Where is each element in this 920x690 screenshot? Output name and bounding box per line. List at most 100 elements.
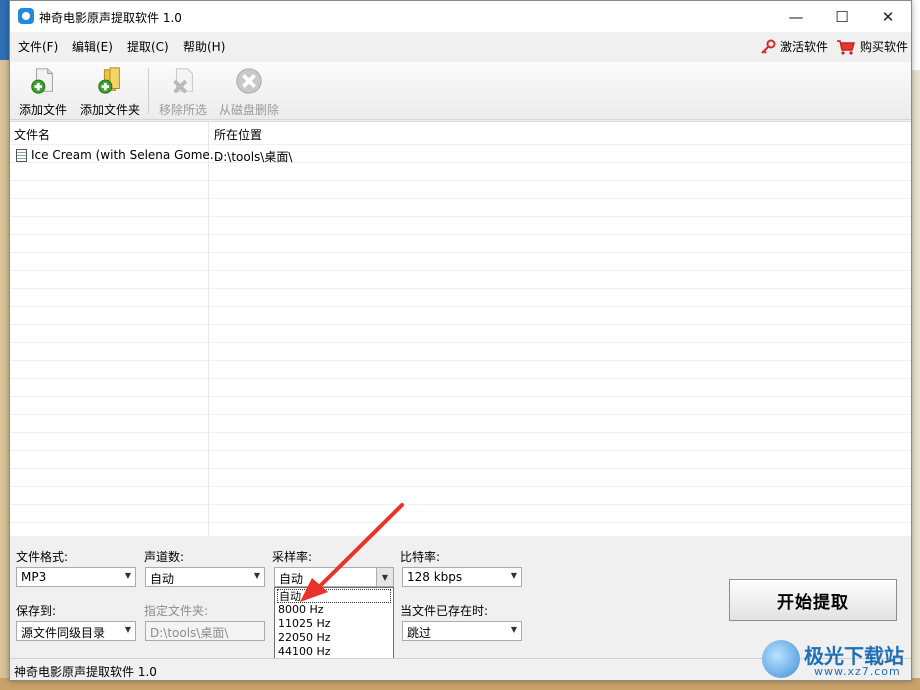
format-select[interactable]: MP3 ▼ — [16, 567, 136, 587]
saveto-label: 保存到: — [16, 604, 57, 618]
grid-line — [10, 522, 911, 523]
bitrate-select[interactable]: 128 kbps ▼ — [402, 567, 522, 587]
grid-line — [10, 414, 911, 415]
watermark-logo-icon — [762, 640, 800, 678]
chevron-down-icon: ▼ — [253, 571, 260, 580]
column-divider — [208, 122, 209, 536]
channels-value: 自动 — [150, 572, 175, 586]
grid-line — [10, 432, 911, 433]
grid-line — [10, 504, 911, 505]
grid-line — [10, 342, 911, 343]
title-bar[interactable]: 神奇电影原声提取软件 1.0 — ☐ ✕ — [10, 1, 911, 32]
grid-line — [10, 198, 911, 199]
watermark: 极光下载站 www.xz7.com — [762, 636, 912, 684]
file-list[interactable]: 文件名 所在位置 Ice Cream (with Selena Gome... … — [10, 121, 911, 536]
add-folder-button[interactable]: 添加文件夹 — [78, 64, 142, 118]
add-folder-icon — [98, 67, 120, 94]
cart-icon — [837, 39, 855, 55]
add-file-label: 添加文件 — [18, 103, 67, 117]
menu-help[interactable]: 帮助(H) — [183, 38, 225, 55]
key-icon — [761, 39, 776, 54]
samplerate-select[interactable]: 自动 ▼ — [274, 567, 394, 587]
menu-file[interactable]: 文件(F) — [18, 38, 58, 55]
grid-line — [10, 468, 911, 469]
channels-label: 声道数: — [144, 550, 185, 564]
activate-software-label: 激活软件 — [780, 40, 829, 54]
dropdown-option[interactable]: 44100 Hz — [277, 645, 391, 659]
grid-line — [10, 396, 911, 397]
grid-line — [10, 288, 911, 289]
grid-line — [10, 306, 911, 307]
menu-extract[interactable]: 提取(C) — [127, 38, 169, 55]
close-button[interactable]: ✕ — [865, 1, 911, 32]
remove-selected-button[interactable]: 移除所选 — [156, 64, 210, 118]
dropdown-option[interactable]: 8000 Hz — [277, 603, 391, 617]
toolbar-separator — [148, 68, 149, 114]
samplerate-dropdown: 自动 8000 Hz 11025 Hz 22050 Hz 44100 Hz — [274, 587, 394, 659]
app-window: 神奇电影原声提取软件 1.0 — ☐ ✕ 文件(F) 编辑(E) 提取(C) 帮… — [9, 0, 912, 681]
grid-line — [10, 324, 911, 325]
saveto-value: 源文件同级目录 — [21, 626, 106, 640]
delete-from-disk-label: 从磁盘删除 — [218, 103, 279, 117]
close-icon: ✕ — [881, 7, 895, 26]
grid-line — [10, 486, 911, 487]
dropdown-option[interactable]: 自动 — [277, 589, 391, 603]
chevron-down-icon[interactable]: ▼ — [376, 568, 393, 586]
maximize-button[interactable]: ☐ — [819, 1, 865, 32]
folder-label: 指定文件夹: — [144, 604, 209, 618]
chevron-down-icon: ▼ — [124, 571, 131, 580]
grid-line — [10, 180, 911, 181]
audio-file-icon — [16, 149, 27, 162]
format-label: 文件格式: — [16, 550, 69, 564]
folder-path-input[interactable]: D:\tools\桌面\ — [145, 621, 265, 641]
desktop-background-right — [911, 0, 920, 690]
grid-line — [10, 270, 911, 271]
remove-file-icon — [173, 68, 193, 94]
menu-edit[interactable]: 编辑(E) — [72, 38, 113, 55]
samplerate-value: 自动 — [279, 572, 304, 586]
grid-line — [10, 234, 911, 235]
dropdown-option[interactable]: 22050 Hz — [277, 631, 391, 645]
chevron-down-icon: ▼ — [510, 571, 517, 580]
folder-path-value: D:\tools\桌面\ — [150, 626, 229, 640]
window-title: 神奇电影原声提取软件 1.0 — [39, 11, 182, 25]
add-file-icon — [31, 68, 53, 94]
buy-software-link[interactable]: 购买软件 — [836, 38, 908, 55]
minimize-button[interactable]: — — [773, 1, 819, 32]
grid-line — [10, 360, 911, 361]
activate-software-link[interactable]: 激活软件 — [760, 38, 828, 55]
channels-select[interactable]: 自动 ▼ — [145, 567, 265, 587]
menu-bar: 文件(F) 编辑(E) 提取(C) 帮助(H) 激活软件 购买软件 — [10, 35, 911, 57]
format-value: MP3 — [21, 570, 47, 584]
file-name-cell[interactable]: Ice Cream (with Selena Gome... — [31, 148, 221, 162]
file-exists-label: 当文件已存在时: — [400, 604, 489, 618]
start-extract-button[interactable]: 开始提取 — [729, 579, 897, 621]
saveto-select[interactable]: 源文件同级目录 ▼ — [16, 621, 136, 641]
samplerate-label: 采样率: — [272, 550, 313, 564]
bitrate-label: 比特率: — [400, 550, 441, 564]
minimize-icon: — — [788, 7, 804, 26]
maximize-icon: ☐ — [835, 7, 849, 26]
delete-from-disk-button[interactable]: 从磁盘删除 — [216, 64, 282, 118]
buy-software-label: 购买软件 — [860, 40, 909, 54]
column-header-location[interactable]: 所在位置 — [214, 126, 262, 143]
grid-line — [10, 216, 911, 217]
chevron-down-icon: ▼ — [124, 625, 131, 634]
bitrate-value: 128 kbps — [407, 570, 463, 584]
file-location-cell[interactable]: D:\tools\桌面\ — [214, 148, 292, 165]
file-exists-value: 跳过 — [407, 626, 432, 640]
column-header-filename[interactable]: 文件名 — [14, 126, 50, 143]
dropdown-option[interactable]: 11025 Hz — [277, 617, 391, 631]
add-folder-label: 添加文件夹 — [79, 103, 140, 117]
grid-line — [10, 162, 911, 163]
app-icon — [18, 8, 34, 24]
watermark-url: www.xz7.com — [814, 665, 901, 678]
grid-line — [10, 252, 911, 253]
add-file-button[interactable]: 添加文件 — [16, 64, 70, 118]
file-exists-select[interactable]: 跳过 ▼ — [402, 621, 522, 641]
delete-circle-icon — [236, 68, 262, 94]
grid-line — [10, 378, 911, 379]
grid-line — [10, 450, 911, 451]
remove-selected-label: 移除所选 — [158, 103, 207, 117]
grid-line — [10, 144, 911, 145]
